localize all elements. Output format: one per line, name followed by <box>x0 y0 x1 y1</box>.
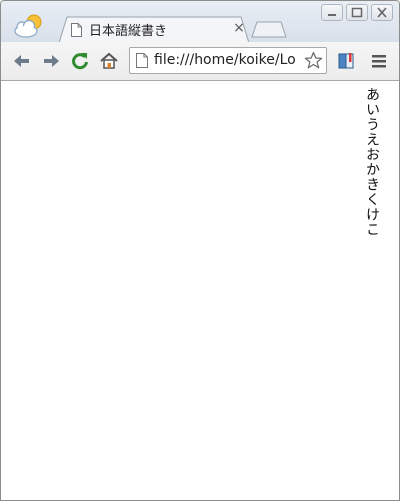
extension-book-icon[interactable] <box>337 51 357 71</box>
tab-active[interactable]: 日本語縦書き × <box>59 16 249 43</box>
maximize-icon[interactable] <box>346 4 368 21</box>
tab-title: 日本語縦書き <box>89 24 168 39</box>
title-bar: 日本語縦書き × <box>1 1 399 43</box>
toolbar: file:///home/koike/Lo <box>1 42 399 81</box>
page-content: あいうえおかきくけこ <box>1 81 399 500</box>
forward-arrow-icon[interactable] <box>41 51 61 71</box>
page-icon <box>71 22 82 37</box>
back-arrow-icon[interactable] <box>12 51 32 71</box>
vertical-japanese-text: あいうえおかきくけこ <box>364 87 380 237</box>
address-bar[interactable]: file:///home/koike/Lo <box>129 47 327 74</box>
page-icon <box>136 53 148 68</box>
weather-app-icon <box>12 12 44 40</box>
reload-icon[interactable] <box>70 51 90 71</box>
menu-icon[interactable] <box>369 51 389 71</box>
address-url[interactable]: file:///home/koike/Lo <box>154 51 299 70</box>
tab-close-icon[interactable]: × <box>232 20 246 36</box>
close-icon[interactable] <box>371 4 393 21</box>
bookmark-star-icon[interactable] <box>304 51 323 70</box>
browser-window: 日本語縦書き × file:///home/koike/Lo あいうえおかきくけ… <box>0 0 400 501</box>
new-tab-button[interactable] <box>251 21 287 38</box>
window-controls <box>321 4 393 22</box>
minimize-icon[interactable] <box>321 4 343 21</box>
home-icon[interactable] <box>99 51 119 71</box>
